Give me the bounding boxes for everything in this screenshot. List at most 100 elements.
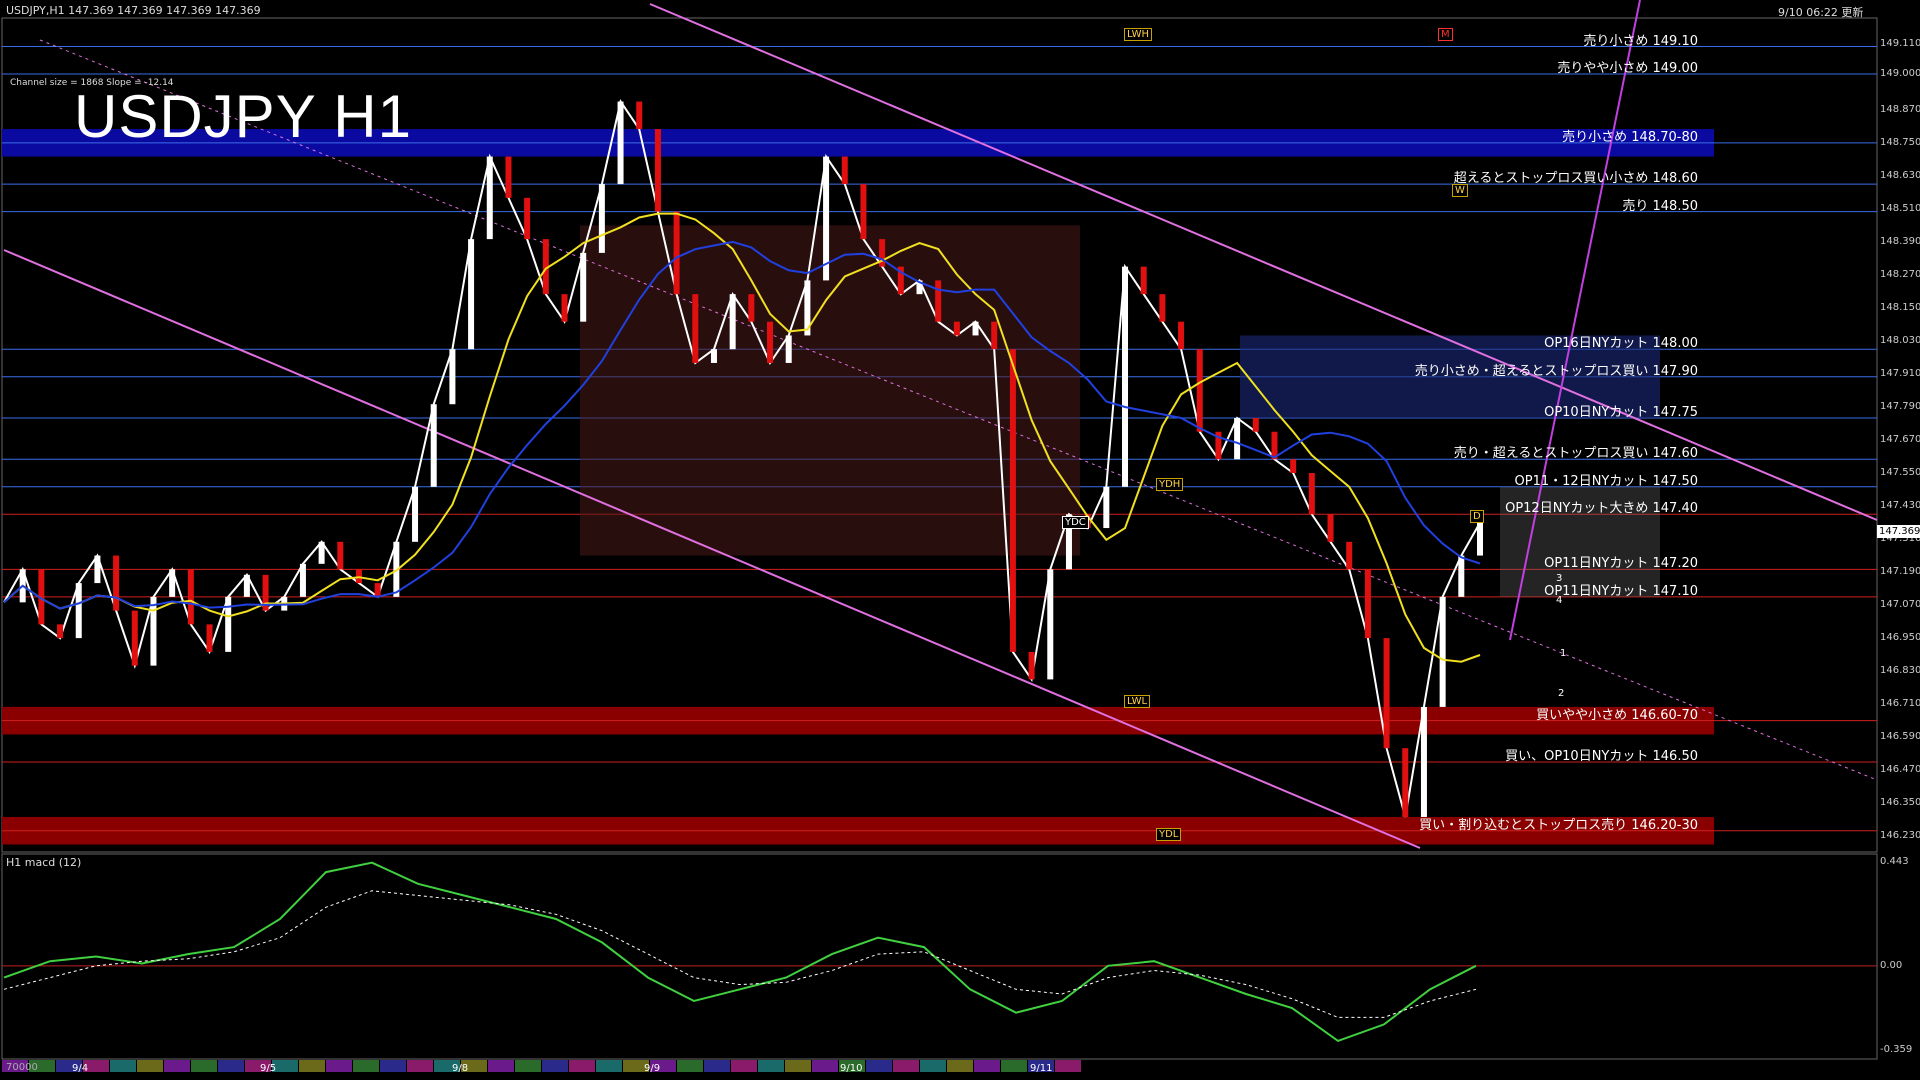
date-bar-segment <box>758 1060 784 1072</box>
level-label: 売り小さめ 149.10 <box>1583 33 1698 49</box>
level-label: 売り・超えるとストップロス買い 147.60 <box>1453 446 1698 462</box>
candle <box>767 321 774 363</box>
level-label: OP11日NYカット 147.20 <box>1544 556 1698 572</box>
ichimoku-cloud <box>580 225 1660 597</box>
candle <box>598 184 605 253</box>
date-bar-segment <box>380 1060 406 1072</box>
ydl-marker: YDL <box>1156 828 1182 841</box>
candle <box>1009 349 1016 652</box>
candle <box>225 596 232 652</box>
date-bar-segment <box>893 1060 919 1072</box>
w-marker: W <box>1452 184 1468 197</box>
candle <box>673 211 680 295</box>
level-label: OP10日NYカット 147.75 <box>1544 404 1698 420</box>
candle <box>113 555 120 611</box>
level-label: OP11・12日NYカット 147.50 <box>1514 473 1698 489</box>
date-bar-segment <box>704 1060 730 1072</box>
candle <box>785 335 792 363</box>
candle <box>654 129 661 212</box>
cloud-red <box>580 225 1080 556</box>
price-tick: 148.030 <box>1880 334 1920 346</box>
candle <box>561 294 568 322</box>
level-label: 超えるとストップロス買い小さめ 148.60 <box>1453 171 1698 187</box>
candle <box>131 610 138 666</box>
price-tick: 147.670 <box>1880 434 1920 445</box>
macd-panel <box>2 861 1877 1043</box>
date-tick: 9/10 <box>840 1063 863 1074</box>
date-tick: 9/8 <box>452 1063 469 1074</box>
price-tick: 148.270 <box>1880 268 1920 280</box>
price-tick: 146.590 <box>1880 731 1920 743</box>
date-bar-segment <box>299 1060 325 1072</box>
wave-label-1: 1 <box>1560 648 1567 659</box>
candle <box>468 239 475 350</box>
date-tick: 9/9 <box>644 1063 661 1074</box>
wave-label-2: 2 <box>1558 688 1565 699</box>
candle <box>972 321 979 336</box>
price-tick: 148.750 <box>1880 136 1920 148</box>
date-bar-segment <box>947 1060 973 1072</box>
candle <box>1383 638 1390 749</box>
price-tick: 147.430 <box>1880 500 1920 512</box>
candle <box>1439 596 1446 707</box>
macd-frame <box>1 853 1878 1060</box>
wave-label-3: 3 <box>1556 573 1563 584</box>
candle <box>57 624 64 639</box>
candle <box>430 404 437 487</box>
candle <box>1234 417 1241 460</box>
candle <box>860 184 867 240</box>
candle <box>505 156 512 198</box>
lwh-marker: LWH <box>1124 28 1153 41</box>
level-label: 売り小さめ・超えるとストップロス買い 147.90 <box>1414 363 1698 379</box>
date-bar-segment <box>731 1060 757 1072</box>
candle <box>318 541 325 564</box>
date-bar-segment <box>569 1060 595 1072</box>
date-bar-segment <box>407 1060 433 1072</box>
candle <box>1364 569 1371 639</box>
candle <box>1140 266 1147 295</box>
macd-tick: 0.00 <box>1880 959 1903 971</box>
date-bar-segment <box>353 1060 379 1072</box>
level-label: 買い・割り込むとストップロス売り 146.20-30 <box>1419 817 1698 833</box>
price-tick: 146.710 <box>1880 698 1920 710</box>
ydh-marker: YDH <box>1156 478 1184 491</box>
candle <box>991 321 998 350</box>
price-tick: 148.870 <box>1880 103 1920 115</box>
price-tick: 146.470 <box>1880 764 1920 776</box>
date-bar-segment <box>191 1060 217 1072</box>
d-marker: D <box>1470 510 1484 523</box>
volume-tick: 70000 <box>6 1062 38 1073</box>
level-label: 買いやや小さめ 146.60-70 <box>1536 707 1698 723</box>
candle <box>1420 706 1427 817</box>
candle <box>412 486 419 542</box>
price-tick: 147.190 <box>1880 566 1920 578</box>
date-bar-segment <box>326 1060 352 1072</box>
candle <box>449 349 456 405</box>
level-label: OP16日NYカット 148.00 <box>1544 336 1698 352</box>
date-bar-segment <box>1001 1060 1027 1072</box>
level-label: 買い、OP10日NYカット 146.50 <box>1505 748 1698 764</box>
m-marker: M <box>1438 28 1453 41</box>
macd-signal-line <box>3 890 1477 1018</box>
candle <box>1290 459 1297 474</box>
candle <box>94 555 101 584</box>
price-tick: 146.230 <box>1880 830 1920 842</box>
candle <box>1252 417 1259 432</box>
level-label: 売り 148.50 <box>1622 198 1698 214</box>
date-bar-segment <box>920 1060 946 1072</box>
date-bar-segment <box>110 1060 136 1072</box>
price-tick: 146.950 <box>1880 632 1920 644</box>
candle <box>710 349 717 363</box>
candle <box>374 583 381 597</box>
date-bar <box>2 1060 1081 1072</box>
candle <box>243 574 250 597</box>
price-tick: 146.350 <box>1880 797 1920 809</box>
candle <box>636 101 643 130</box>
candle <box>692 294 699 363</box>
candle <box>187 569 194 625</box>
symbol-header: USDJPY,H1 147.369 147.369 147.369 147.36… <box>6 4 261 17</box>
candle <box>1346 541 1353 570</box>
candle <box>617 101 624 185</box>
candle <box>1327 514 1334 542</box>
level-label: 売りやや小さめ 149.00 <box>1557 61 1698 77</box>
